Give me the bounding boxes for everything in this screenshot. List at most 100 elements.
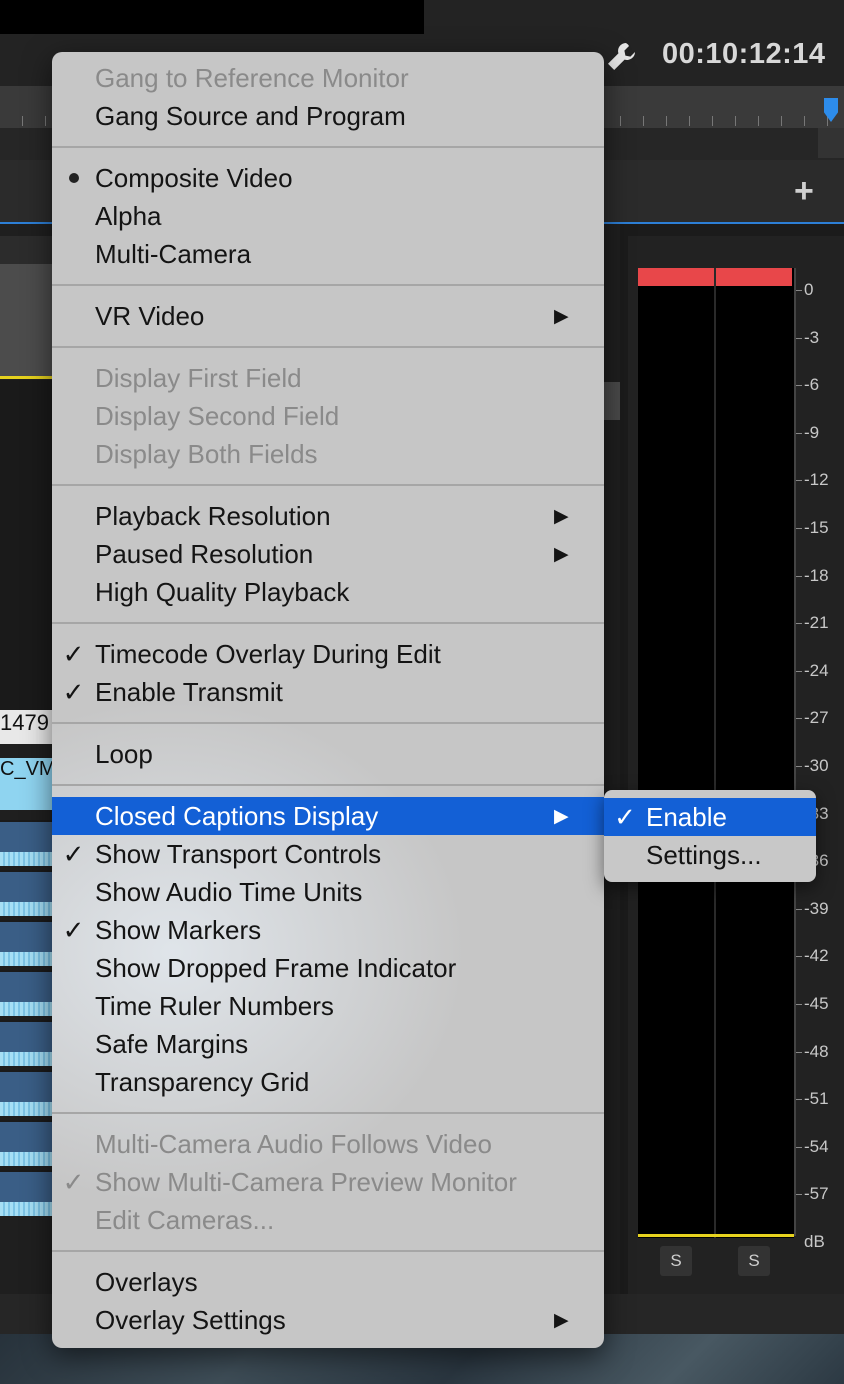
meter-scale-label: -21 xyxy=(804,613,829,633)
menu-item-closed-captions-display[interactable]: Closed Captions Display ▶ xyxy=(52,797,604,835)
meter-scale-tick xyxy=(796,670,802,672)
submenu-item-enable[interactable]: ✓ Enable xyxy=(604,798,816,836)
meter-scale-tick xyxy=(796,718,802,720)
bullet-mark xyxy=(52,163,95,194)
audio-clip[interactable] xyxy=(0,820,56,866)
meter-scale-label: -24 xyxy=(804,660,829,680)
menu-item-label: Show Dropped Frame Indicator xyxy=(95,952,457,983)
menu-item-time-ruler-numbers[interactable]: Time Ruler Numbers xyxy=(52,987,604,1025)
meter-scale-label: -51 xyxy=(804,1089,829,1109)
audio-clip[interactable] xyxy=(0,870,56,916)
menu-separator xyxy=(52,622,604,624)
meter-scale-label: -15 xyxy=(804,518,829,537)
solo-left-button[interactable]: S xyxy=(660,1246,692,1276)
audio-clip[interactable] xyxy=(0,1020,56,1066)
solo-right-button[interactable]: S xyxy=(738,1246,770,1276)
menu-item-gang-source-and-program[interactable]: Gang Source and Program xyxy=(52,97,604,135)
work-area-bar[interactable] xyxy=(0,376,60,379)
meter-baseline xyxy=(638,1234,794,1237)
meter-scale-tick xyxy=(796,1051,802,1053)
meter-scale-tick xyxy=(796,623,802,625)
menu-item-label: Multi-Camera xyxy=(95,238,252,269)
meter-scale-label: -39 xyxy=(804,898,829,918)
menu-item-show-dropped-frame-indicator[interactable]: Show Dropped Frame Indicator xyxy=(52,949,604,987)
menu-item-loop[interactable]: Loop xyxy=(52,735,604,773)
meter-scale-tick xyxy=(796,290,802,291)
menu-item-timecode-overlay-during-edit[interactable]: ✓ Timecode Overlay During Edit xyxy=(52,635,604,673)
menu-item-show-markers[interactable]: ✓ Show Markers xyxy=(52,911,604,949)
top-black-bar xyxy=(0,0,424,34)
closed-captions-submenu: ✓ Enable Settings... xyxy=(604,790,816,882)
menu-item-enable-transmit[interactable]: ✓ Enable Transmit xyxy=(52,673,604,711)
empty-track-area xyxy=(0,380,60,710)
menu-separator xyxy=(52,722,604,724)
menu-item-show-audio-time-units[interactable]: Show Audio Time Units xyxy=(52,873,604,911)
audio-clip[interactable] xyxy=(0,1170,56,1216)
meter-scale-label: -6 xyxy=(804,375,820,395)
meter-scale-tick xyxy=(796,528,802,529)
menu-item-display-second-field: Display Second Field xyxy=(52,397,604,435)
video-track xyxy=(0,264,60,376)
meter-scale-tick xyxy=(796,337,802,339)
menu-item-high-quality-playback[interactable]: High Quality Playback xyxy=(52,573,604,611)
menu-item-label: Display Both Fields xyxy=(95,438,318,469)
menu-item-gang-to-reference-monitor: Gang to Reference Monitor xyxy=(52,59,604,97)
menu-item-label: Overlay Settings xyxy=(95,1304,286,1335)
menu-item-show-transport-controls[interactable]: ✓ Show Transport Controls xyxy=(52,835,604,873)
plus-icon[interactable]: + xyxy=(794,172,814,211)
menu-item-composite-video[interactable]: Composite Video xyxy=(52,159,604,197)
menu-item-alpha[interactable]: Alpha xyxy=(52,197,604,235)
menu-item-label: Safe Margins xyxy=(95,1028,249,1059)
menu-item-paused-resolution[interactable]: Paused Resolution ▶ xyxy=(52,535,604,573)
menu-item-overlay-settings[interactable]: Overlay Settings ▶ xyxy=(52,1301,604,1339)
menu-separator xyxy=(52,1250,604,1252)
menu-item-label: VR Video xyxy=(95,300,205,331)
meter-scale-label: -27 xyxy=(804,708,829,728)
meter-scale-tick xyxy=(796,432,802,434)
menu-separator xyxy=(52,346,604,348)
submenu-items: ✓ Enable Settings... xyxy=(604,798,816,874)
clip-name-label[interactable]: 1479 xyxy=(0,710,56,744)
menu-item-display-both-fields: Display Both Fields xyxy=(52,435,604,473)
peak-indicator-right[interactable] xyxy=(716,268,792,286)
triangle-right-icon: ▶ xyxy=(554,805,569,827)
video-clip[interactable]: C_VM xyxy=(0,758,56,810)
wrench-icon[interactable] xyxy=(604,40,638,74)
top-right-bar xyxy=(424,0,844,34)
menu-items: Gang to Reference Monitor Gang Source and… xyxy=(52,52,604,1339)
menu-item-label: Show Markers xyxy=(95,914,262,945)
meter-scale-line xyxy=(794,268,796,1236)
peak-indicator-left[interactable] xyxy=(638,268,714,286)
scrollbar-thumb[interactable] xyxy=(604,382,620,420)
menu-item-edit-cameras: Edit Cameras... xyxy=(52,1201,604,1239)
menu-item-safe-margins[interactable]: Safe Margins xyxy=(52,1025,604,1063)
menu-item-label: Enable Transmit xyxy=(95,676,283,707)
context-menu: Gang to Reference Monitor Gang Source and… xyxy=(52,52,604,1348)
menu-item-playback-resolution[interactable]: Playback Resolution ▶ xyxy=(52,497,604,535)
menu-item-label: Composite Video xyxy=(95,162,293,193)
audio-clip[interactable] xyxy=(0,1120,56,1166)
menu-item-multi-camera[interactable]: Multi-Camera xyxy=(52,235,604,273)
checkmark-icon: ✓ xyxy=(62,638,85,669)
menu-item-label: Alpha xyxy=(95,200,162,231)
submenu-item-label: Settings... xyxy=(646,839,762,870)
menu-item-label: Playback Resolution xyxy=(95,500,331,531)
menu-item-overlays[interactable]: Overlays xyxy=(52,1263,604,1301)
menu-item-label: Show Transport Controls xyxy=(95,838,382,869)
meter-scale-tick xyxy=(796,385,802,387)
menu-item-transparency-grid[interactable]: Transparency Grid xyxy=(52,1063,604,1101)
triangle-right-icon: ▶ xyxy=(554,1309,569,1331)
submenu-item-settings[interactable]: Settings... xyxy=(604,836,816,874)
track-header xyxy=(0,236,60,264)
audio-clip[interactable] xyxy=(0,1070,56,1116)
audio-clip[interactable] xyxy=(0,920,56,966)
timecode-display[interactable]: 00:10:12:14 xyxy=(662,38,826,71)
menu-item-vr-video[interactable]: VR Video ▶ xyxy=(52,297,604,335)
meter-scale-tick xyxy=(796,1146,802,1148)
meter-scale-label: -45 xyxy=(804,994,829,1013)
meter-scale-tick xyxy=(796,575,802,577)
menu-item-label: Show Audio Time Units xyxy=(95,876,363,907)
audio-clip[interactable] xyxy=(0,970,56,1016)
meter-scale-tick xyxy=(796,1099,802,1101)
meter-scale-label: -3 xyxy=(804,327,820,347)
